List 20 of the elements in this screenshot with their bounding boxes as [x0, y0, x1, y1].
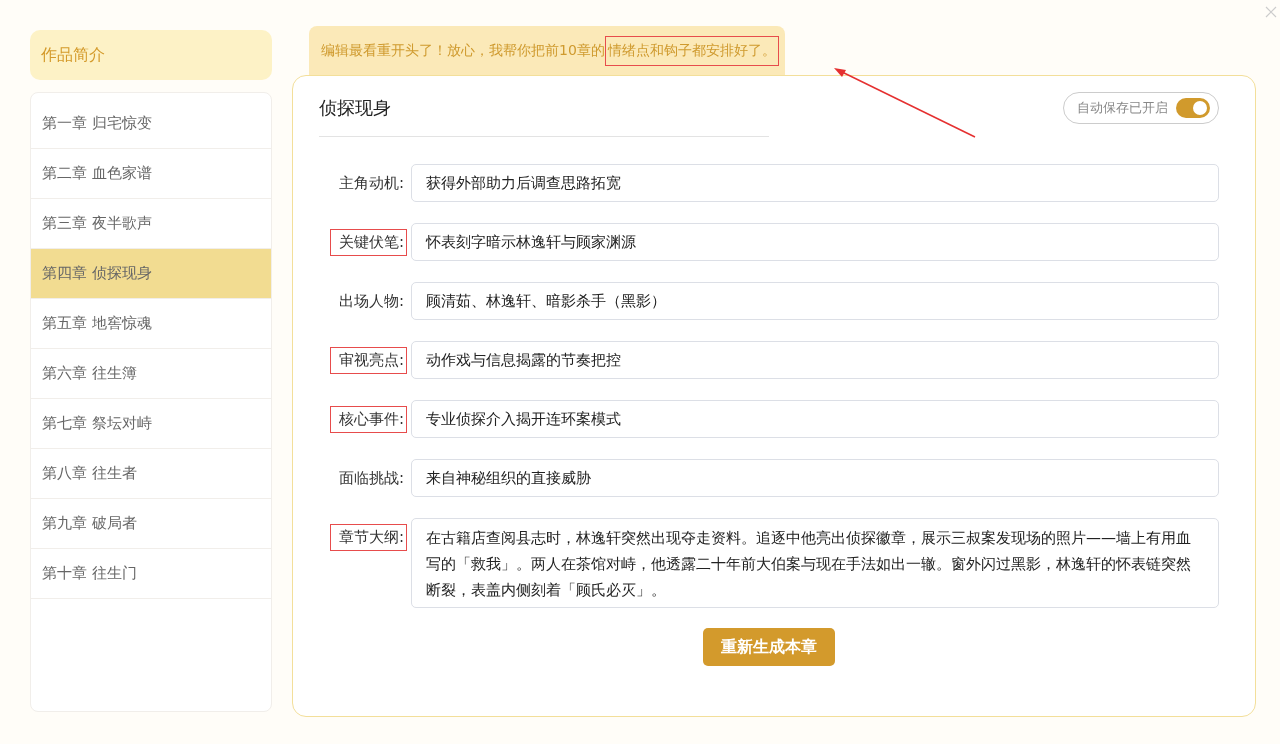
- input-field[interactable]: 来自神秘组织的直接威胁: [411, 459, 1219, 497]
- input-field[interactable]: 顾清茹、林逸轩、暗影杀手（黑影）: [411, 282, 1219, 320]
- chapter-item[interactable]: 第四章 侦探现身: [31, 249, 271, 299]
- field-label: 面临挑战:: [337, 468, 405, 489]
- input-field[interactable]: 动作戏与信息揭露的节奏把控: [411, 341, 1219, 379]
- outline-textarea[interactable]: 在古籍店查阅县志时，林逸轩突然出现夺走资料。追逐中他亮出侦探徽章，展示三叔案发现场的照片——墙上有用血写的「救我」。两人在茶馆对峙，他透露二十年前大伯案与现在手法如出一辙。窗外闪过黑影，林逸轩的怀表链突然断裂，表盖内侧刻着「顾氏必灭」。: [411, 518, 1219, 608]
- input-field[interactable]: 怀表刻字暗示林逸轩与顾家渊源: [411, 223, 1219, 261]
- field-label: 核心事件:: [329, 406, 407, 433]
- field-label: 章节大纲:: [329, 524, 407, 551]
- highlighted-tip-text: 情绪点和钩子都安排好了。: [604, 35, 779, 66]
- tip-text: 编辑最看重开头了！放心，我帮你把前10章的: [321, 41, 605, 60]
- field-label: 出场人物:: [337, 291, 405, 312]
- switch-icon[interactable]: [1176, 98, 1210, 118]
- field-label: 主角动机:: [337, 173, 405, 194]
- input-field[interactable]: 专业侦探介入揭开连环案模式: [411, 400, 1219, 438]
- close-icon[interactable]: [1265, 6, 1277, 18]
- input-field[interactable]: 获得外部助力后调查思路拓宽: [411, 164, 1219, 202]
- field-label: 审视亮点:: [329, 347, 407, 374]
- field-label: 关键伏笔:: [329, 229, 407, 256]
- chapter-title: 侦探现身: [319, 92, 769, 137]
